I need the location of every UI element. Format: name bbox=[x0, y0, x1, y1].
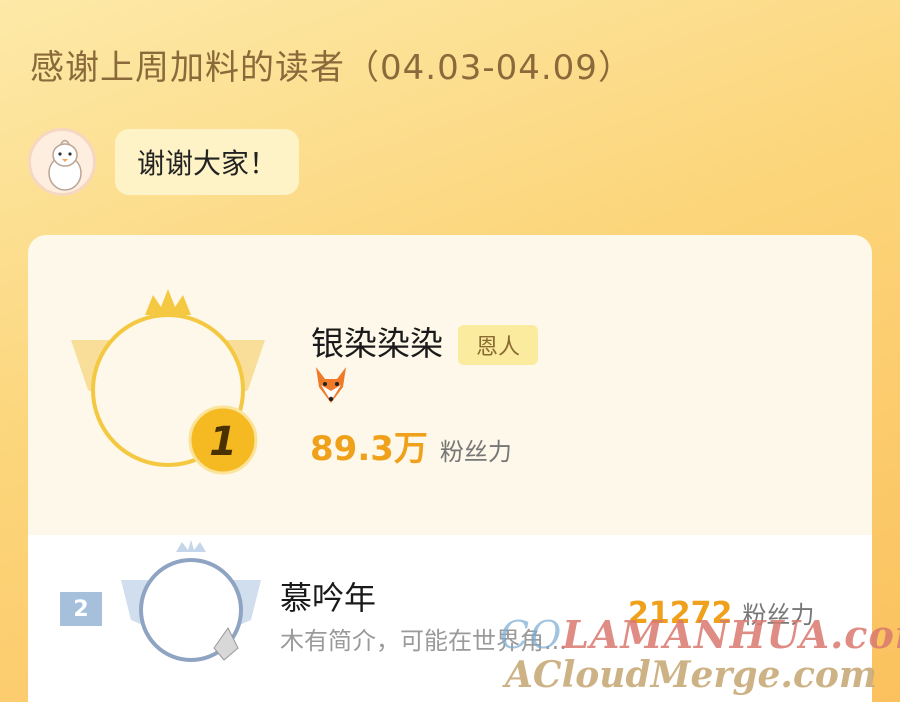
watermark-colamanhua: COLAMANHUA.com bbox=[500, 612, 900, 657]
watermark-acloudmerge: ACloudMerge.com bbox=[505, 654, 877, 696]
benefactor-badge: 恩人 bbox=[458, 325, 539, 365]
rank-1-fans: 89.3万 粉丝力 bbox=[310, 421, 512, 470]
rank-1-fans-value: 89.3万 bbox=[310, 429, 428, 469]
rank-1-name[interactable]: 银染染染 bbox=[311, 317, 443, 365]
rank-1-number: 1 bbox=[209, 419, 237, 465]
gold-crown-frame-icon: 1 bbox=[71, 289, 265, 475]
chick-icon bbox=[48, 139, 82, 191]
rank-1-fans-label: 粉丝力 bbox=[439, 438, 512, 466]
chick-avatar bbox=[28, 128, 96, 196]
rank-2-name[interactable]: 慕吟年 bbox=[280, 573, 376, 619]
rank-2-number: 2 bbox=[60, 592, 102, 626]
thanks-bubble: 谢谢大家！ bbox=[115, 129, 300, 195]
silver-crown-frame-icon bbox=[121, 540, 261, 662]
page-title: 感谢上周加料的读者（04.03-04.09） bbox=[30, 48, 633, 88]
rank-1-entry[interactable]: 1 银染染染 恩人 89.3万 粉丝力 bbox=[28, 235, 872, 535]
fox-icon bbox=[316, 367, 346, 403]
